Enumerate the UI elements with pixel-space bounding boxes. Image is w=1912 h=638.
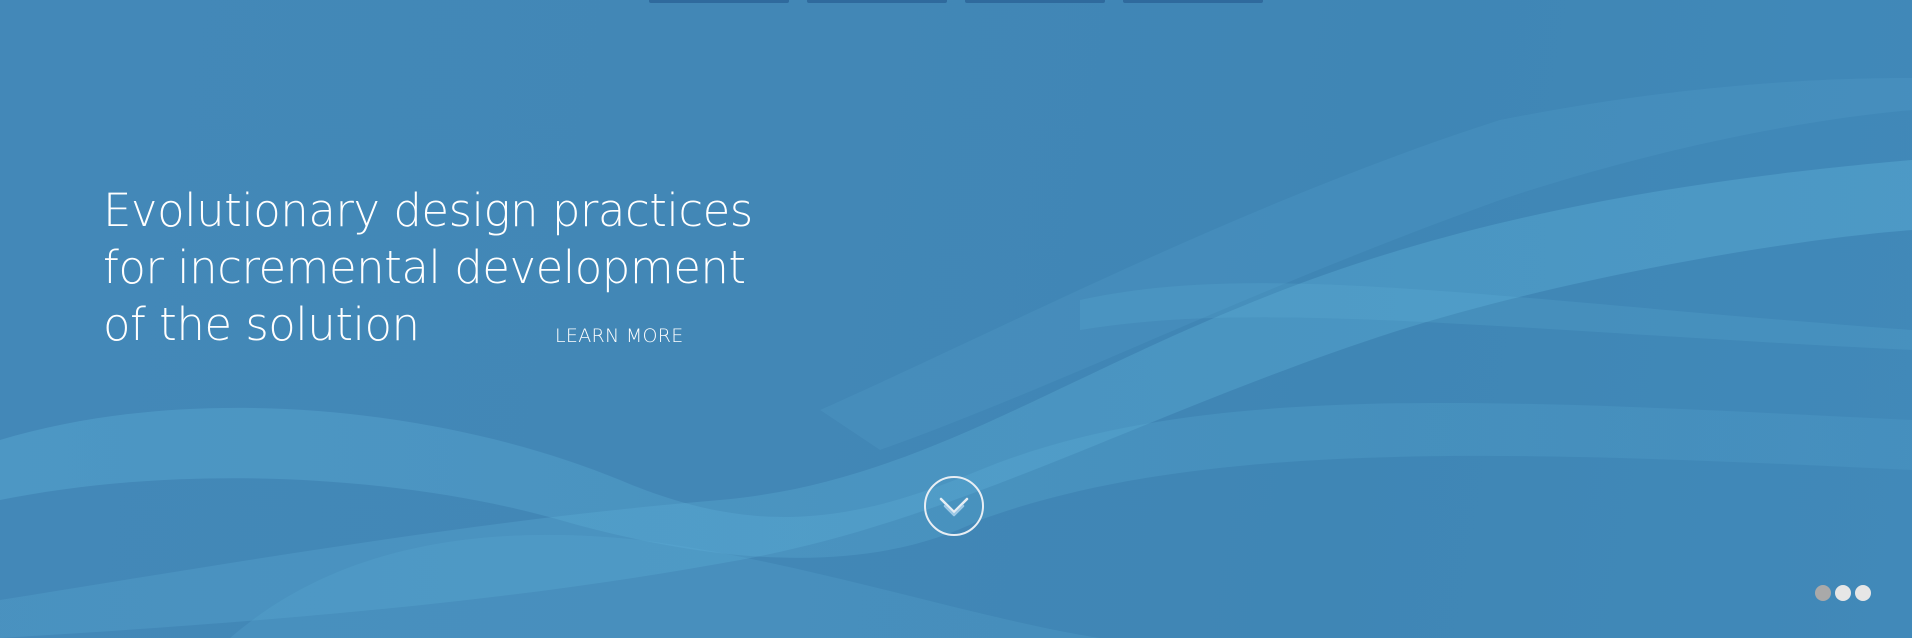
learn-more-link[interactable]: LEARN MORE	[555, 325, 684, 347]
nav-tab-4[interactable]	[1123, 0, 1263, 3]
scroll-down-button[interactable]	[924, 476, 984, 536]
nav-tab-2[interactable]	[807, 0, 947, 3]
nav-tab-3[interactable]	[965, 0, 1105, 3]
carousel-dot-3[interactable]	[1855, 585, 1871, 601]
carousel-dot-1[interactable]	[1815, 585, 1831, 601]
nav-tab-1[interactable]	[649, 0, 789, 3]
hero-headline-line-2: for incremental development	[103, 241, 746, 294]
hero-headline-line-1: Evolutionary design practices	[103, 184, 753, 237]
hero-section: Evolutionary design practices for increm…	[0, 0, 1912, 638]
double-chevron-down-icon	[939, 497, 969, 517]
carousel-dot-2[interactable]	[1835, 585, 1851, 601]
carousel-dots	[1815, 585, 1871, 601]
